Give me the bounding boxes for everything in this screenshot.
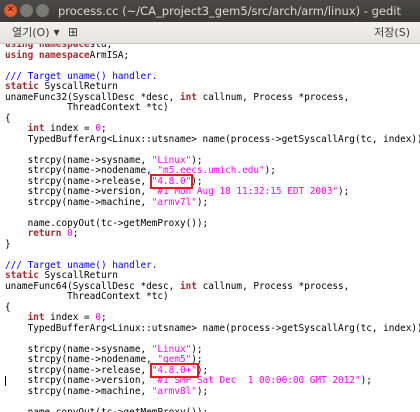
new-document-button[interactable]: ⊞ [64,24,82,41]
code-token: "Linux" [151,154,192,166]
code-token: strcpy(name->version, [5,375,152,386]
code-token: strcpy(name->sysname, [5,154,152,166]
code-token: ); [191,154,203,166]
code-token: ); [196,196,209,208]
save-button[interactable]: 저장(S) [370,24,414,41]
code-line: } [5,238,420,251]
new-tab-icon: ⊞ [67,25,79,39]
code-token: static [5,81,39,92]
code-token: /// Target uname() handler. [5,70,158,82]
code-token: unameFunc32(SyscallDesc *desc, [5,91,180,103]
code-token: } [5,238,11,250]
code-token: SyscallReturn [38,81,118,92]
code-token: "m5.eecs.umich.edu" [157,165,265,176]
code-line: using namespaceArmISA; [5,49,420,62]
code-token: "gem5" [157,354,192,365]
code-token: ; [100,123,107,134]
code-token: strcpy(name->nodename, [5,354,158,365]
code-token: ); [196,364,209,376]
code-token: { [5,112,11,124]
open-label: 열기(O) [12,26,50,39]
code-token: static [5,270,39,281]
code-line: ThreadContext *tc) [5,291,420,303]
code-token: strcpy(name->machine, [5,196,152,208]
code-token: ); [360,375,372,386]
code-token: strcpy(name->machine, [5,385,152,397]
code-token: strcpy(name->sysname, [5,343,152,355]
code-line: ThreadContext *tc) [5,102,420,114]
minimize-window-icon[interactable] [20,4,33,17]
maximize-window-icon[interactable] [36,4,49,17]
code-token: callnum, Process *process, [196,91,350,103]
code-token: "Linux" [151,343,192,355]
code-token: int [179,280,197,292]
code-token: "#1 SMP Sat Dec 1 00:00:00 GMT 2012" [151,375,361,386]
code-token: strcpy(name->version, [5,186,152,197]
code-token: using namespace [5,49,90,61]
code-token: callnum, Process *process, [196,280,350,292]
code-token: return [27,228,62,239]
window-controls: ✕ [4,4,52,18]
code-line: strcpy(name->machine, "armv7l"); [5,196,420,209]
code-token: index = [44,312,96,323]
code-token: SyscallReturn [38,270,118,281]
code-token: index = [44,123,96,134]
code-token: ); [191,175,203,187]
code-token: "armv7l" [151,196,197,208]
code-token: name.copyOut(tc->getMemProxy()); [5,217,209,229]
code-token: name.copyOut(tc->getMemProxy()); [5,406,209,412]
code-line: name.copyOut(tc->getMemProxy()); [5,406,420,412]
code-content: using namespacestd; using namespaceArmISA… [0,44,420,412]
open-button[interactable]: 열기(O) ▼ [6,24,66,41]
highlighted-release-string: "4.8.0" [149,173,194,189]
code-token: ArmISA; [89,49,130,61]
code-token: ThreadContext *tc) [5,102,169,113]
window-titlebar[interactable]: ✕ process.cc (~/CA_project3_gem5/src/arc… [0,0,420,22]
close-window-icon[interactable]: ✕ [4,4,17,17]
code-token: strcpy(name->nodename, [5,165,158,176]
code-line: TypedBufferArg<Linux::utsname> name(proc… [5,322,420,335]
code-token: "armv8l" [151,385,197,397]
toolbar: 열기(O) ▼ ⊞ 저장(S) [0,22,420,44]
code-token: "#1 Mon Aug 18 11:32:15 EDT 2003" [151,186,339,197]
chevron-down-icon: ▼ [53,28,60,37]
code-token: ; [100,312,107,323]
code-line: return 0; [5,228,420,240]
code-token: unameFunc64(SyscallDesc *desc, [5,280,180,292]
code-token: ThreadContext *tc) [5,291,169,302]
text-cursor [5,376,6,386]
code-token: int [27,123,45,134]
code-token: ; [72,228,79,239]
code-token: TypedBufferArg<Linux::utsname> name(proc… [5,322,420,334]
window-title: process.cc (~/CA_project3_gem5/src/arch/… [58,4,401,18]
code-token: ); [264,165,276,176]
code-token: ); [338,186,350,197]
highlighted-release-string: "4.8.0+" [149,362,199,378]
code-editor[interactable]: using namespacestd; using namespaceArmISA… [0,44,420,412]
code-line: strcpy(name->machine, "armv8l"); [5,385,420,398]
code-token: strcpy(name->release, [5,175,152,187]
code-token: int [27,312,45,323]
code-token: strcpy(name->release, [5,364,152,376]
code-token: { [5,301,11,313]
code-token: /// Target uname() handler. [5,259,158,271]
code-token: ); [191,343,203,355]
code-line: TypedBufferArg<Linux::utsname> name(proc… [5,133,420,146]
code-token: ); [196,385,209,397]
code-token: TypedBufferArg<Linux::utsname> name(proc… [5,133,420,145]
code-token: ); [191,354,203,365]
code-token: int [179,91,197,103]
